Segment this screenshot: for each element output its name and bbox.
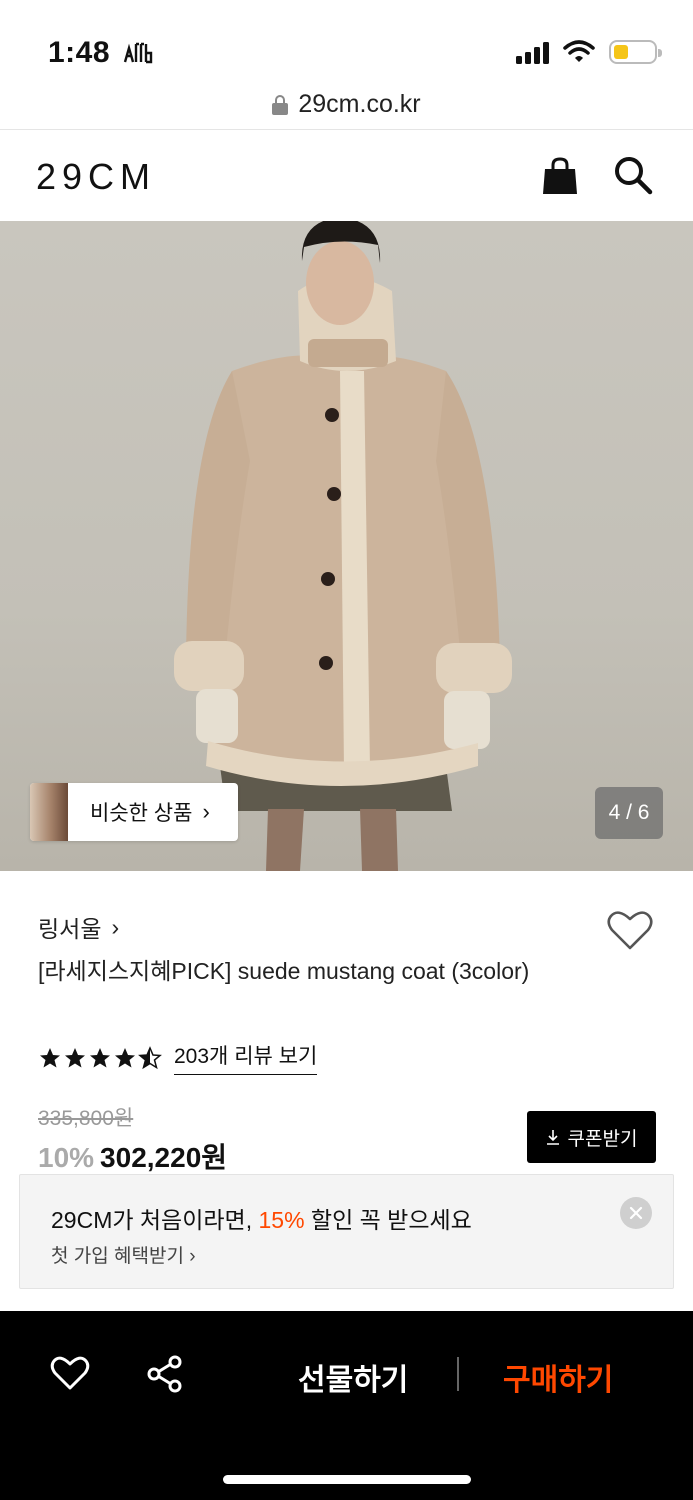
- heart-icon[interactable]: [606, 908, 654, 952]
- battery-icon: [609, 40, 662, 64]
- wifi-icon: [563, 40, 595, 62]
- heart-icon[interactable]: [50, 1355, 90, 1391]
- rating-row: 203개 리뷰 보기: [38, 1040, 318, 1075]
- promo-title: 29CM가 처음이라면, 15% 할인 꼭 받으세요: [51, 1201, 472, 1235]
- search-icon[interactable]: [612, 154, 654, 196]
- gift-button[interactable]: 선물하기: [298, 1355, 408, 1399]
- similar-products-label: 비슷한 상품: [90, 802, 193, 825]
- share-icon[interactable]: [146, 1355, 184, 1393]
- image-counter: 4 / 6: [595, 787, 663, 839]
- promo-discount: 15%: [258, 1207, 305, 1233]
- discount-rate: 10%: [38, 1142, 95, 1173]
- site-header: 29CM: [0, 129, 693, 221]
- star-rating: [38, 1045, 162, 1070]
- star-icon: [115, 1047, 135, 1067]
- product-image-carousel[interactable]: 비슷한 상품 › 4 / 6: [0, 221, 693, 871]
- chevron-right-icon: ›: [111, 913, 120, 940]
- close-icon[interactable]: [620, 1197, 652, 1229]
- chevron-right-icon: ›: [202, 799, 210, 824]
- buy-button[interactable]: 구매하기: [503, 1355, 613, 1399]
- brand-logo[interactable]: 29CM: [36, 156, 156, 198]
- shopping-bag-icon[interactable]: [540, 156, 580, 196]
- similar-products-button[interactable]: 비슷한 상품 ›: [30, 783, 238, 841]
- home-indicator: [223, 1475, 471, 1484]
- promo-title-prefix: 29CM가 처음이라면,: [51, 1207, 259, 1233]
- brand-name: 링서울: [38, 916, 102, 942]
- original-price: 335,800원: [38, 1107, 134, 1130]
- reviews-link[interactable]: 203개 리뷰 보기: [174, 1040, 318, 1075]
- signup-promo-banner[interactable]: 29CM가 처음이라면, 15% 할인 꼭 받으세요 첫 가입 혜택받기 ›: [19, 1174, 674, 1289]
- price-row: 10% 302,220원: [38, 1136, 227, 1176]
- star-icon: [90, 1047, 110, 1067]
- star-icon: [65, 1047, 85, 1067]
- battery-level: [614, 45, 629, 59]
- coupon-download-button[interactable]: 쿠폰받기: [527, 1111, 656, 1163]
- product-photo: [174, 221, 512, 871]
- status-indicators: [516, 40, 662, 64]
- download-icon: [546, 1130, 559, 1145]
- brand-link[interactable]: 링서울 ›: [38, 910, 119, 944]
- coupon-label: 쿠폰받기: [567, 1128, 638, 1150]
- lock-icon: [272, 95, 289, 115]
- half-star-icon: [138, 1045, 162, 1069]
- bottom-action-bar: 선물하기 구매하기: [0, 1311, 693, 1500]
- address-bar[interactable]: 29cm.co.kr: [0, 80, 693, 128]
- divider: [457, 1357, 459, 1391]
- sale-price: 302,220원: [100, 1142, 228, 1173]
- product-title: [라세지스지혜PICK] suede mustang coat (3color): [38, 958, 530, 984]
- status-extra-icon: [122, 40, 156, 72]
- promo-signup-link[interactable]: 첫 가입 혜택받기 ›: [51, 1241, 196, 1268]
- url-text: 29cm.co.kr: [298, 89, 421, 118]
- status-time: 1:48: [48, 36, 111, 69]
- star-icon: [40, 1047, 60, 1067]
- similar-products-thumbnail: [30, 783, 68, 841]
- promo-title-suffix: 할인 꼭 받으세요: [304, 1207, 472, 1233]
- signal-icon: [516, 40, 549, 64]
- status-bar: 1:48: [0, 0, 693, 80]
